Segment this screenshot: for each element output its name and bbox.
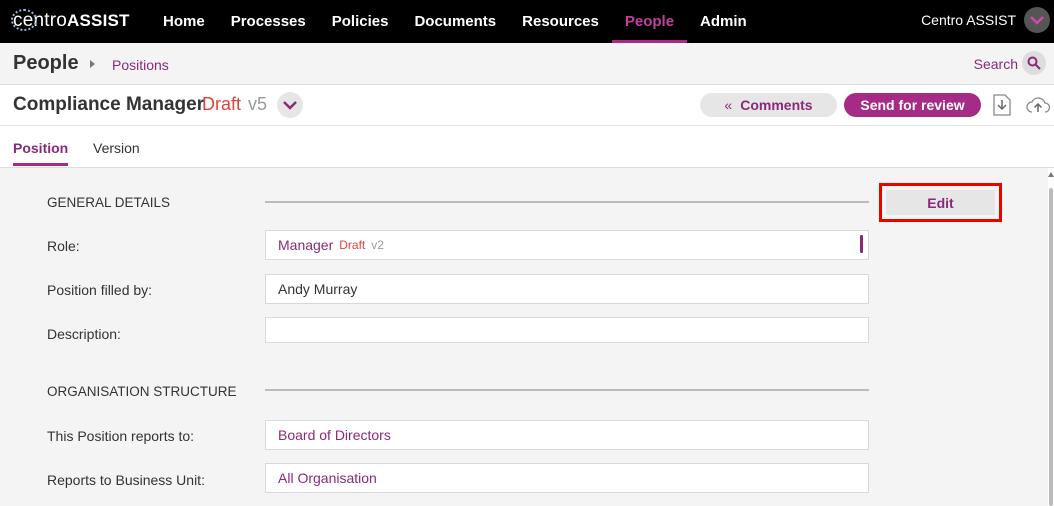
download-icon[interactable] xyxy=(992,94,1012,116)
general-details-heading: GENERAL DETAILS xyxy=(47,195,171,210)
description-field[interactable] xyxy=(265,317,869,343)
tab-bar: Position Version xyxy=(0,126,1054,168)
role-label: Role: xyxy=(47,238,80,254)
page-title: People xyxy=(13,52,79,74)
reports-to-value[interactable]: Board of Directors xyxy=(278,427,391,443)
search-link[interactable]: Search xyxy=(974,56,1018,72)
document-header: Compliance Manager Draft v5 « Comments S… xyxy=(0,85,1054,126)
chevron-down-icon xyxy=(283,101,297,110)
send-for-review-button[interactable]: Send for review xyxy=(844,93,981,117)
chevron-down-icon xyxy=(1030,16,1044,25)
document-title: Compliance Manager xyxy=(13,94,205,115)
version-dropdown-button[interactable] xyxy=(277,92,303,118)
main-nav: Home Processes Policies Documents Resour… xyxy=(150,0,760,43)
position-filled-by-value: Andy Murray xyxy=(278,281,358,297)
logo-suffix: ASSIST xyxy=(67,11,130,30)
role-version: v2 xyxy=(371,238,384,252)
position-filled-by-field[interactable]: Andy Murray xyxy=(265,274,869,304)
centro-assist-logo[interactable]: centro ASSIST xyxy=(11,8,130,34)
role-marker xyxy=(860,235,863,253)
section-divider xyxy=(265,389,869,391)
scroll-up-arrow-icon[interactable] xyxy=(1048,172,1054,177)
nav-resources[interactable]: Resources xyxy=(509,0,612,43)
user-name[interactable]: Centro ASSIST xyxy=(921,12,1016,28)
breadcrumb-positions-link[interactable]: Positions xyxy=(112,57,169,73)
tab-version[interactable]: Version xyxy=(93,140,140,156)
document-version: v5 xyxy=(248,94,268,114)
position-filled-by-label: Position filled by: xyxy=(47,282,153,298)
scrollbar-thumb[interactable] xyxy=(1049,188,1053,506)
business-unit-label: Reports to Business Unit: xyxy=(47,472,205,488)
comments-button[interactable]: « Comments xyxy=(700,93,837,117)
role-value[interactable]: Manager xyxy=(278,237,333,253)
user-menu: Centro ASSIST xyxy=(921,7,1050,33)
nav-documents[interactable]: Documents xyxy=(401,0,509,43)
description-label: Description: xyxy=(47,326,121,342)
business-unit-value[interactable]: All Organisation xyxy=(278,470,377,486)
breadcrumb: People Positions Search xyxy=(0,43,1054,85)
cloud-upload-icon[interactable] xyxy=(1026,94,1050,116)
tab-position[interactable]: Position xyxy=(13,140,69,166)
edit-button[interactable]: Edit xyxy=(886,190,995,215)
document-status: Draft xyxy=(202,94,242,114)
logo-ring-icon xyxy=(11,9,37,31)
role-status: Draft xyxy=(339,238,366,252)
role-field[interactable]: Manager Draft v2 xyxy=(265,230,869,260)
search-button[interactable] xyxy=(1022,51,1046,75)
nav-policies[interactable]: Policies xyxy=(319,0,402,43)
business-unit-field[interactable]: All Organisation xyxy=(265,463,869,493)
breadcrumb-arrow-icon xyxy=(90,60,95,68)
nav-home[interactable]: Home xyxy=(150,0,218,43)
nav-people[interactable]: People xyxy=(611,0,688,43)
top-navigation: centro ASSIST Home Processes Policies Doc… xyxy=(0,0,1054,43)
edit-highlight-box: Edit xyxy=(879,183,1002,222)
comments-label: Comments xyxy=(740,97,813,113)
user-menu-button[interactable] xyxy=(1024,7,1050,33)
nav-admin[interactable]: Admin xyxy=(687,0,760,43)
organisation-structure-heading: ORGANISATION STRUCTURE xyxy=(47,384,237,399)
section-divider xyxy=(265,201,869,203)
nav-processes[interactable]: Processes xyxy=(218,0,319,43)
reports-to-label: This Position reports to: xyxy=(47,428,195,444)
search-icon xyxy=(1027,56,1041,70)
double-chevron-left-icon: « xyxy=(724,97,733,113)
reports-to-field[interactable]: Board of Directors xyxy=(265,420,869,450)
